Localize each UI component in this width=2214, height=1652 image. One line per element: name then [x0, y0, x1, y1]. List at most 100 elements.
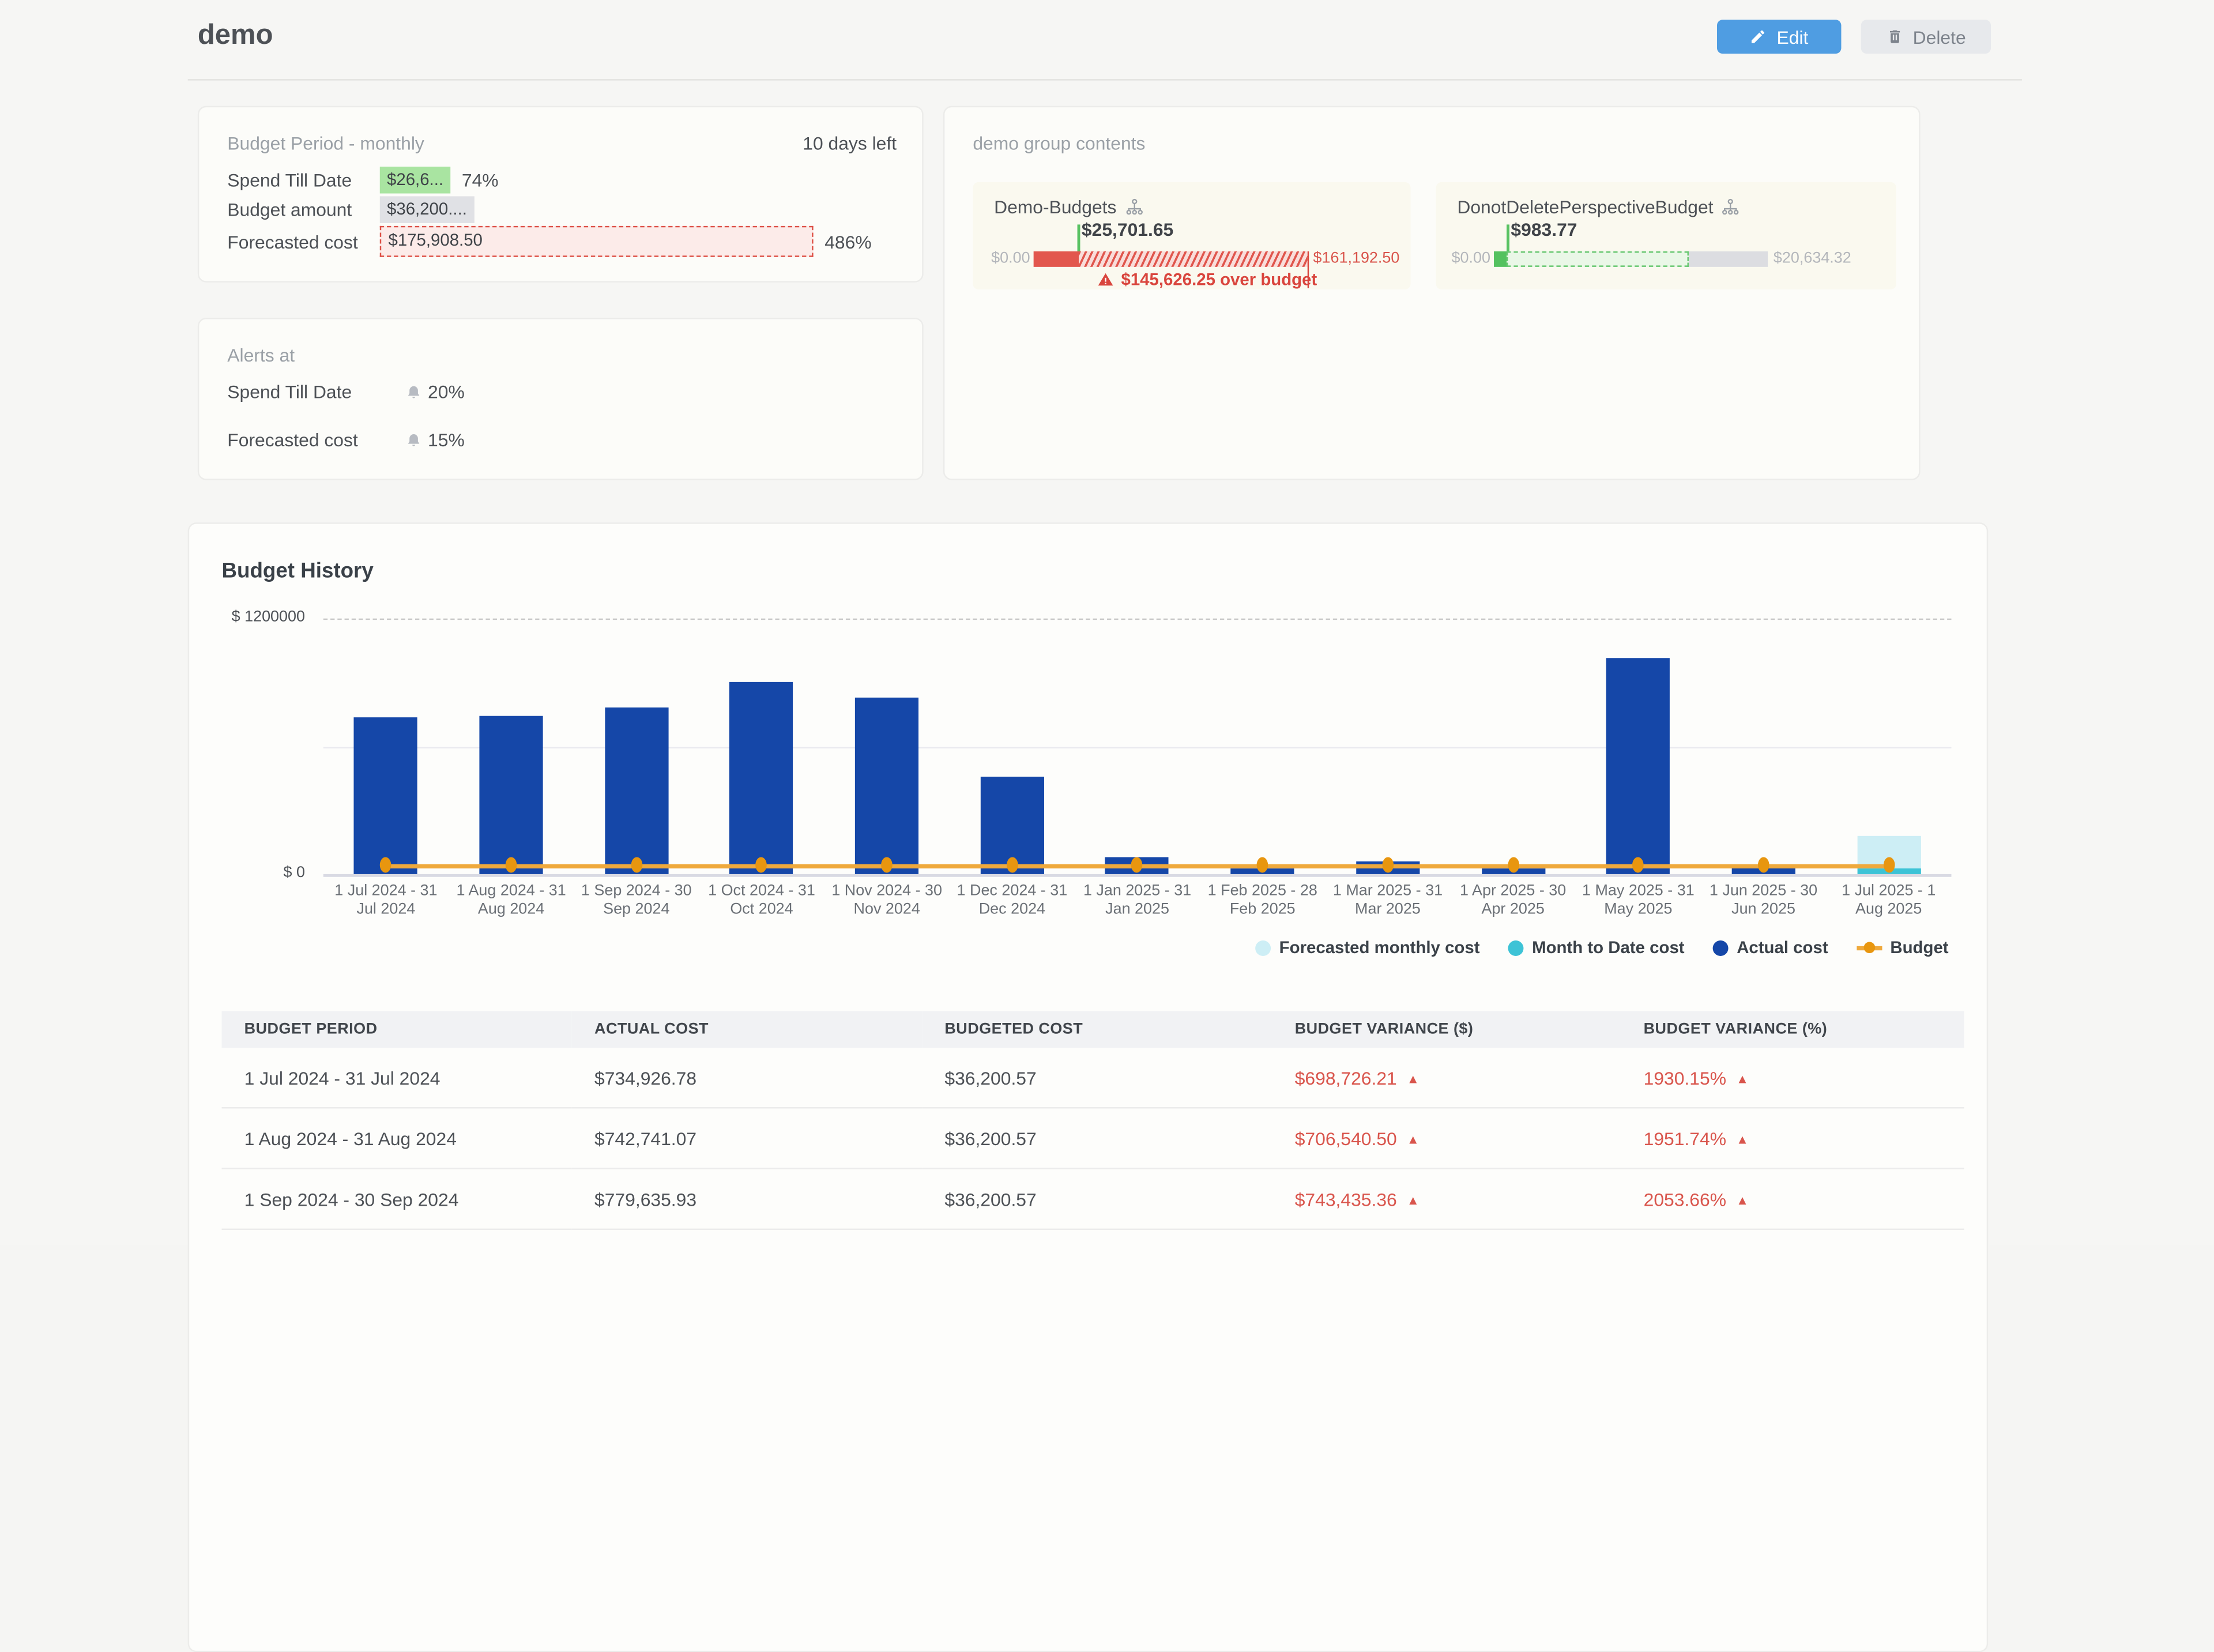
- alerts-title: Alerts at: [227, 345, 295, 366]
- chart-bar-group: [574, 619, 699, 874]
- budget-history-table: BUDGET PERIODACTUAL COSTBUDGETED COSTBUD…: [221, 1011, 1964, 1230]
- legend-label: Forecasted monthly cost: [1279, 938, 1480, 957]
- bar-min-label: $0.00: [1452, 251, 1489, 267]
- chart-bar-group: [1325, 619, 1450, 874]
- budget-point: [506, 857, 517, 873]
- actual-legend-dot: [1713, 940, 1729, 955]
- table-cell: 1 Jul 2024 - 31 Jul 2024: [221, 1048, 571, 1108]
- actual-cost-bar: [480, 716, 543, 874]
- table-header-cell: BUDGET VARIANCE ($): [1272, 1011, 1621, 1048]
- month-to-date-legend-dot: [1508, 940, 1523, 955]
- remaining-segment: [1689, 251, 1768, 267]
- variance-cell: $698,726.21▲: [1272, 1048, 1621, 1108]
- page: demo Edit Delete Budget Period - monthly…: [0, 0, 2214, 1245]
- alert-value: 20%: [428, 381, 465, 402]
- alerts-card: Alerts at Spend Till Date 20% Forecasted…: [198, 318, 924, 480]
- over-budget-label: $145,626.25 over budget: [1121, 270, 1317, 289]
- spend-marker: [1507, 224, 1509, 251]
- table-header-cell: BUDGET PERIOD: [221, 1011, 571, 1048]
- page-title: demo: [198, 20, 273, 52]
- table-cell: 1 Sep 2024 - 30 Sep 2024: [221, 1169, 571, 1229]
- actual-cost-bar: [1606, 658, 1670, 874]
- bell-icon: [405, 383, 422, 400]
- legend-item-actual[interactable]: Actual cost: [1713, 938, 1828, 957]
- budget-amount: $25,701.65: [1082, 219, 1173, 240]
- x-axis-label: 1 Mar 2025 - 31Mar 2025: [1325, 883, 1450, 920]
- delete-button[interactable]: Delete: [1861, 20, 1991, 54]
- legend-item-month-to-date[interactable]: Month to Date cost: [1508, 938, 1684, 957]
- up-arrow-icon: ▲: [1736, 1071, 1749, 1085]
- x-axis-label: 1 Oct 2024 - 31Oct 2024: [699, 883, 824, 920]
- x-axis-label: 1 Nov 2024 - 30Nov 2024: [824, 883, 950, 920]
- edit-button[interactable]: Edit: [1717, 20, 1842, 54]
- x-axis-label: 1 Jul 2024 - 31Jul 2024: [323, 883, 449, 920]
- variance-cell: $706,540.50▲: [1272, 1108, 1621, 1168]
- x-axis-label: 1 Aug 2024 - 31Aug 2024: [449, 883, 574, 920]
- chart-bar-group: [950, 619, 1075, 874]
- y-axis-zero-label: $ 0: [189, 864, 305, 881]
- legend-item-forecasted[interactable]: Forecasted monthly cost: [1255, 938, 1479, 957]
- days-left: 10 days left: [803, 133, 897, 154]
- actual-cost-bar: [730, 682, 793, 874]
- budget-history-title: Budget History: [221, 559, 373, 584]
- table-header-cell: BUDGET VARIANCE (%): [1621, 1011, 1964, 1048]
- table-row: 1 Jul 2024 - 31 Jul 2024$734,926.78$36,2…: [221, 1048, 1964, 1108]
- table-header-cell: BUDGETED COST: [922, 1011, 1272, 1048]
- table-cell: 1 Aug 2024 - 31 Aug 2024: [221, 1108, 571, 1168]
- budget-item-donotdelete[interactable]: DonotDeletePerspectiveBudget $983.77 $0.…: [1436, 182, 1896, 289]
- x-axis-label: 1 Feb 2025 - 28Feb 2025: [1200, 883, 1325, 920]
- x-axis-label: 1 Jun 2025 - 30Jun 2025: [1701, 883, 1826, 920]
- legend-item-budget[interactable]: Budget: [1857, 938, 1949, 957]
- x-axis-label: 1 Jul 2025 - 1Aug 2025: [1826, 883, 1951, 920]
- budget-point: [631, 857, 642, 873]
- up-arrow-icon: ▲: [1407, 1192, 1419, 1206]
- spend-percent: 74%: [462, 170, 499, 191]
- bar-min-label: $0.00: [991, 251, 1028, 267]
- delete-button-label: Delete: [1913, 26, 1966, 47]
- spend-chip: $26,6...: [380, 167, 451, 194]
- budget-history-chart: [323, 619, 1952, 874]
- row-label: Budget amount: [227, 199, 379, 220]
- budget-amount: $983.77: [1511, 219, 1577, 240]
- hierarchy-icon: [1722, 198, 1740, 216]
- x-axis-label: 1 Apr 2025 - 30Apr 2025: [1451, 883, 1576, 920]
- up-arrow-icon: ▲: [1736, 1132, 1749, 1146]
- hierarchy-icon: [1125, 198, 1143, 216]
- header-divider: [188, 79, 2022, 80]
- budget-history-card: Budget History $ 1200000 $ 0 1 Jul 2024 …: [188, 522, 1988, 1652]
- alert-label: Spend Till Date: [227, 381, 405, 402]
- legend-label: Month to Date cost: [1532, 938, 1684, 957]
- budget-period-title: Budget Period - monthly: [227, 133, 424, 154]
- up-arrow-icon: ▲: [1736, 1192, 1749, 1206]
- budget-point: [1883, 857, 1895, 873]
- chart-bar-group: [323, 619, 449, 874]
- table-row: 1 Sep 2024 - 30 Sep 2024$779,635.93$36,2…: [221, 1169, 1964, 1229]
- forecast-chip: $175,908.50: [380, 226, 814, 257]
- budget-amount-row: Budget amount $36,200....: [227, 196, 474, 223]
- chart-legend: Forecasted monthly cost Month to Date co…: [1255, 938, 1949, 957]
- x-axis-label: 1 Dec 2024 - 31Dec 2024: [950, 883, 1075, 920]
- table-header-row: BUDGET PERIODACTUAL COSTBUDGETED COSTBUD…: [221, 1011, 1964, 1048]
- variance-cell: 2053.66%▲: [1621, 1169, 1964, 1229]
- group-contents-card: demo group contents Demo-Budgets $25,701…: [943, 106, 1921, 480]
- table-cell: $36,200.57: [922, 1108, 1272, 1168]
- budget-point: [1758, 857, 1769, 873]
- budget-point: [1007, 857, 1018, 873]
- alert-row-forecast: Forecasted cost 15%: [227, 429, 465, 450]
- spend-marker: [1078, 224, 1080, 251]
- chart-bar-group: [1701, 619, 1826, 874]
- chart-bar-group: [824, 619, 950, 874]
- chart-bar-group: [1075, 619, 1200, 874]
- trash-icon: [1886, 28, 1903, 45]
- alert-row-spend: Spend Till Date 20%: [227, 381, 465, 402]
- variance-cell: 1930.15%▲: [1621, 1048, 1964, 1108]
- row-label: Spend Till Date: [227, 170, 379, 191]
- budget-item-demo-budgets[interactable]: Demo-Budgets $25,701.65 $0.00 $161,192.5…: [973, 182, 1410, 289]
- spent-segment: [1494, 251, 1507, 267]
- warning-icon: [1097, 271, 1114, 288]
- table-cell: $779,635.93: [572, 1169, 922, 1229]
- alert-value: 15%: [428, 429, 465, 450]
- table-cell: $734,926.78: [572, 1048, 922, 1108]
- up-arrow-icon: ▲: [1407, 1071, 1419, 1085]
- overrun-segment: [1079, 251, 1308, 267]
